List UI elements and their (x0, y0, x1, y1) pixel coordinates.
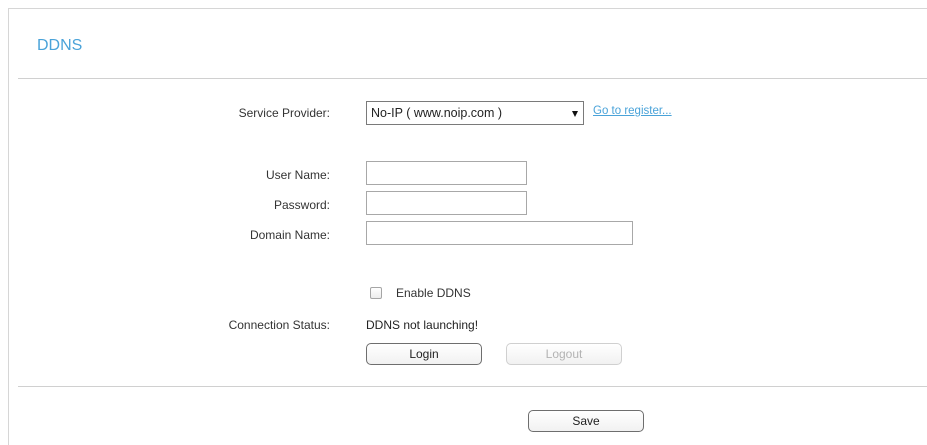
domain-name-input[interactable] (366, 221, 633, 245)
password-label: Password: (273, 198, 330, 212)
connection-status-label: Connection Status: (228, 318, 330, 332)
header-divider (18, 78, 927, 79)
enable-ddns-checkbox[interactable] (370, 287, 382, 299)
service-provider-label: Service Provider: (238, 106, 330, 120)
login-button[interactable]: Login (366, 343, 482, 365)
connection-status-value: DDNS not launching! (366, 318, 479, 332)
service-provider-selected-value: No-IP ( www.noip.com ) (371, 106, 503, 120)
user-name-input[interactable] (366, 161, 527, 185)
domain-name-label: Domain Name: (249, 228, 330, 242)
page-title: DDNS (37, 37, 83, 54)
save-button[interactable]: Save (528, 410, 644, 432)
logout-button[interactable]: Logout (506, 343, 622, 365)
ddns-settings-page: DDNS Service Provider: No-IP ( www.noip.… (0, 0, 927, 445)
go-to-register-link[interactable]: Go to register... (593, 104, 672, 118)
footer-divider (18, 386, 927, 387)
enable-ddns-label: Enable DDNS (396, 286, 471, 300)
service-provider-select[interactable]: No-IP ( www.noip.com ) (366, 101, 584, 125)
user-name-label: User Name: (265, 168, 330, 182)
dropdown-arrow-icon (572, 111, 578, 117)
password-input[interactable] (366, 191, 527, 215)
